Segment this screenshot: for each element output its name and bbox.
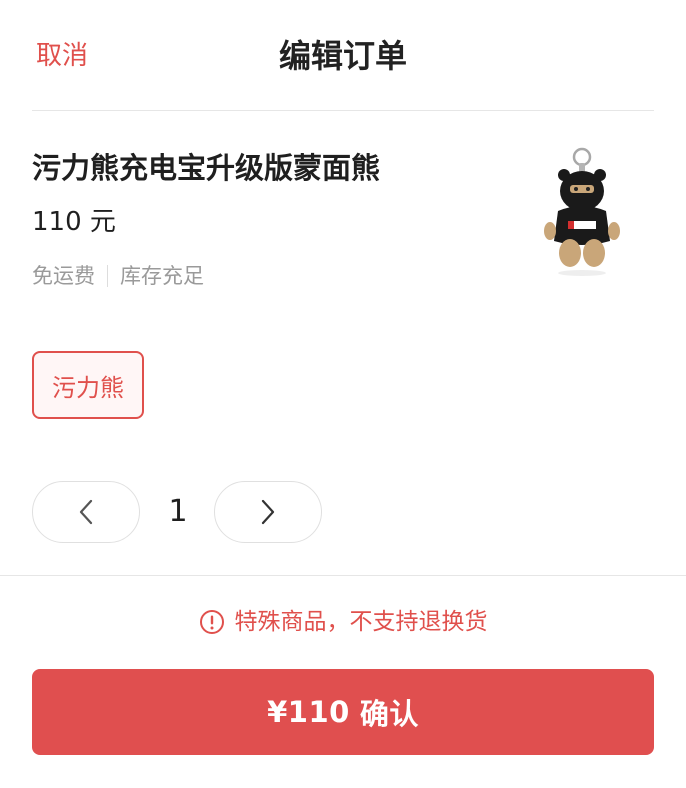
header-divider [32, 110, 654, 111]
header: 取消 编辑订单 [0, 0, 686, 110]
section-divider [0, 575, 686, 576]
notice-text: 特殊商品，不支持退换货 [234, 609, 488, 635]
quantity-value: 1 [168, 494, 188, 529]
chevron-right-icon [261, 499, 275, 525]
confirm-label: 确认 [359, 697, 419, 731]
quantity-decrease-button[interactable] [32, 481, 140, 543]
tag-in-stock: 库存充足 [120, 264, 204, 288]
product-tags: 免运费 库存充足 [32, 260, 204, 292]
no-return-notice: 特殊商品，不支持退换货 [0, 604, 686, 640]
exclamation-circle-icon [199, 610, 224, 634]
product-price: 110 元 [32, 207, 116, 237]
page-title: 编辑订单 [278, 37, 407, 75]
product-name: 污力熊充电宝升级版蒙面熊 [32, 151, 381, 185]
confirm-button[interactable]: ¥110 确认 [32, 669, 654, 755]
chevron-left-icon [79, 499, 93, 525]
tag-separator [107, 265, 108, 287]
confirm-amount: ¥110 [267, 695, 350, 729]
edit-order-sheet: 取消 编辑订单 污力熊充电宝升级版蒙面熊 110 元 免运费 库存充足 污力熊 … [0, 0, 686, 788]
variant-option-selected[interactable]: 污力熊 [32, 351, 144, 419]
quantity-increase-button[interactable] [214, 481, 322, 543]
bear-keychain-image [530, 145, 634, 285]
tag-free-shipping: 免运费 [32, 264, 95, 288]
